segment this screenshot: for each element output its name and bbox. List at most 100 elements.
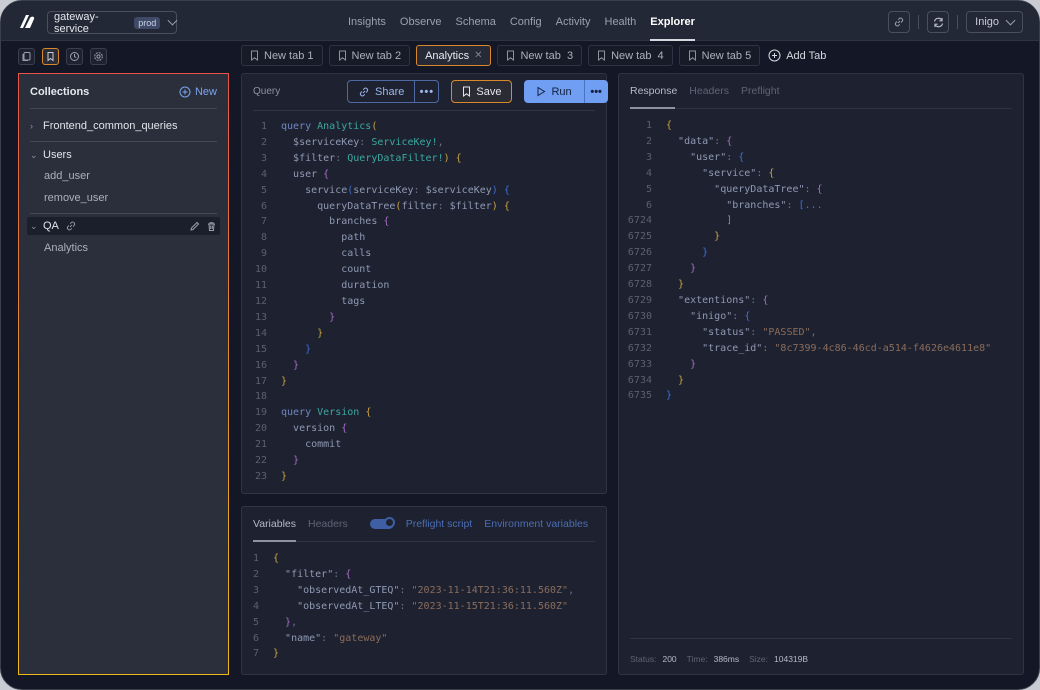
collection-actions [189, 221, 220, 232]
collection-item-remove-user[interactable]: remove_user [30, 189, 217, 207]
code-text: "extentions": { [678, 294, 769, 306]
line-number: 16 [254, 359, 267, 371]
tab-preflight[interactable]: Preflight [741, 85, 780, 97]
code-line: 18 [250, 389, 510, 405]
code-text: "user": { [690, 151, 745, 163]
run-more-button[interactable]: ••• [585, 80, 608, 103]
code-line: 13 } [250, 310, 510, 326]
refresh-button[interactable] [927, 11, 950, 33]
code-text: } [281, 470, 288, 482]
code-line: 6725 } [625, 229, 991, 245]
nav-activity[interactable]: Activity [549, 1, 598, 41]
collection-name: Users [43, 149, 72, 161]
code-line: 11 duration [250, 278, 510, 294]
preflight-script-tab[interactable]: Preflight script [406, 518, 473, 530]
line-number: 6725 [627, 231, 652, 243]
code-line: 22 } [250, 453, 510, 469]
save-button[interactable]: Save [451, 80, 513, 103]
query-editor[interactable]: 1 query Analytics(2 $serviceKey: ServiceK… [250, 119, 510, 485]
nav-config[interactable]: Config [503, 1, 549, 41]
nav-observe[interactable]: Observe [393, 1, 449, 41]
collection-item-add-user[interactable]: add_user [30, 167, 217, 185]
environment-variables-tab[interactable]: Environment variables [484, 518, 588, 530]
collection-item-analytics[interactable]: Analytics [30, 239, 217, 257]
service-select[interactable]: gateway-service prod [47, 11, 178, 35]
code-line: 6 "branches": [... [625, 198, 991, 214]
tab-label: Analytics [425, 49, 470, 62]
line-number: 4 [252, 600, 259, 612]
collections-tool-button[interactable] [42, 48, 59, 65]
tab-headers[interactable]: Headers [308, 518, 348, 530]
link-icon[interactable] [65, 220, 77, 232]
variables-editor[interactable]: 1{2 "filter": {3 "observedAt_GTEQ": "202… [250, 551, 574, 662]
code-text: } [702, 247, 709, 259]
nav-schema[interactable]: Schema [449, 1, 503, 41]
copy-link-button[interactable] [888, 11, 911, 33]
new-collection-button[interactable]: New [179, 86, 217, 98]
line-number: 6735 [627, 390, 652, 402]
user-menu[interactable]: Inigo [966, 11, 1023, 33]
trash-icon[interactable] [206, 221, 217, 232]
code-line: 15 } [250, 342, 510, 358]
line-number: 13 [254, 311, 267, 323]
edit-icon[interactable] [189, 221, 200, 232]
code-text: "observedAt_LTEQ": "2023-11-15T21:36:11.… [297, 600, 569, 612]
tab-response-headers[interactable]: Headers [689, 85, 729, 97]
run-button[interactable]: Run [524, 80, 585, 103]
save-label: Save [476, 85, 502, 98]
collection-users[interactable]: ⌄ Users [30, 146, 217, 164]
close-tab-icon[interactable]: ✕ [474, 50, 482, 61]
divider [30, 141, 217, 142]
code-line: 2 "filter": { [250, 567, 574, 583]
share-button[interactable]: Share [348, 81, 416, 102]
tab-new-tab-4[interactable]: New tab 4 [588, 45, 673, 66]
share-more-button[interactable]: ••• [415, 81, 438, 102]
nav-health[interactable]: Health [598, 1, 644, 41]
tab-new-tab-1[interactable]: New tab 1 [241, 45, 323, 66]
nav-explorer[interactable]: Explorer [643, 1, 702, 41]
code-line: 1 query Analytics( [250, 119, 510, 135]
tab-new-tab-2[interactable]: New tab 2 [328, 45, 411, 66]
bookmark-icon [688, 50, 696, 61]
divider [253, 110, 595, 111]
code-line: 6732 "trace_id": "8c7399-4c86-46cd-a514-… [625, 341, 991, 357]
variables-panel: Variables Headers Preflight script Envir… [241, 506, 607, 675]
line-number: 5 [260, 184, 267, 196]
tab-new-tab-5[interactable]: New tab 5 [678, 45, 761, 66]
code-text: } [329, 311, 336, 323]
collection-name: Frontend_common_queries [43, 120, 178, 132]
collection-qa[interactable]: ⌄ QA [27, 217, 220, 235]
settings-icon [94, 52, 103, 61]
line-number: 19 [254, 407, 267, 419]
settings-tool-button[interactable] [90, 48, 107, 65]
new-label: New [194, 86, 217, 98]
code-text: user { [293, 168, 330, 180]
status-code: 200 [662, 654, 677, 664]
tab-response[interactable]: Response [630, 85, 677, 97]
copy-tool-button[interactable] [18, 48, 35, 65]
code-text: $filter: QueryDataFilter!) { [293, 152, 462, 164]
history-tool-button[interactable] [66, 48, 83, 65]
app-logo-icon[interactable] [17, 12, 37, 30]
preflight-toggle[interactable] [369, 517, 395, 529]
tab-analytics[interactable]: Analytics ✕ [416, 45, 492, 66]
line-number: 8 [260, 232, 267, 244]
tab-variables[interactable]: Variables [253, 518, 296, 530]
nav-insights[interactable]: Insights [341, 1, 393, 41]
line-number: 1 [260, 121, 267, 132]
response-viewer: 1{2 "data": {3 "user": {4 "service": {5 … [625, 118, 991, 404]
line-number: 22 [254, 455, 267, 467]
code-line: 6724 ] [625, 213, 991, 229]
tab-new-tab-3[interactable]: New tab 3 [497, 45, 583, 66]
code-text: "observedAt_GTEQ": "2023-11-14T21:36:11.… [297, 584, 575, 596]
chevron-down-icon [1005, 15, 1016, 25]
env-badge: prod [134, 16, 161, 29]
code-text: } [273, 648, 280, 660]
add-tab-button[interactable]: Add Tab [768, 49, 826, 62]
code-line: 14 } [250, 326, 510, 342]
chevron-down-icon: ⌄ [30, 149, 38, 160]
collection-frontend-common-queries[interactable]: › Frontend_common_queries [30, 117, 217, 135]
query-panel: Query Share ••• Save Run ••• 1 query Ana… [241, 73, 608, 494]
chevron-right-icon: › [30, 121, 33, 131]
line-number: 17 [254, 375, 267, 387]
